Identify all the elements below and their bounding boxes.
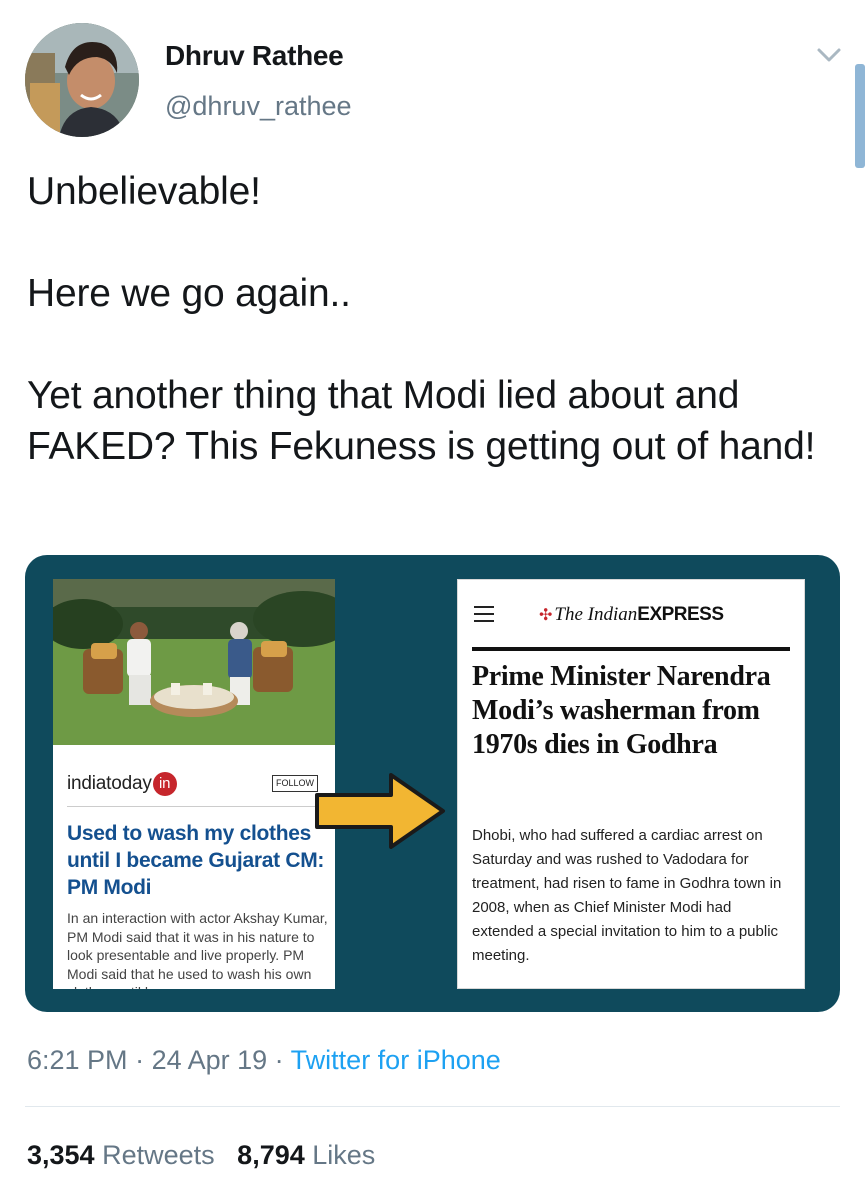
arrow-right-icon [315, 773, 445, 849]
divider [67, 806, 325, 807]
divider [472, 647, 790, 651]
tweet-meta: 6:21 PM · 24 Apr 19 · Twitter for iPhone [27, 1045, 501, 1076]
retweets-label: Retweets [102, 1140, 215, 1170]
indian-express-headline: Prime Minister Narendra Modi’s washerman… [472, 661, 771, 760]
india-today-badge: in [152, 772, 177, 796]
chevron-down-icon[interactable] [815, 44, 843, 66]
likes-label: Likes [312, 1140, 376, 1170]
tweet-stats: 3,354 Retweets 8,794 Likes [27, 1140, 375, 1171]
indian-express-logo: ✣ The IndianEXPRESS [539, 604, 724, 626]
tweet-text: Unbelievable! Here we go again.. Yet ano… [27, 170, 816, 468]
tweet-source-link[interactable]: Twitter for iPhone [291, 1045, 501, 1075]
tweet-time[interactable]: 6:21 PM [27, 1045, 128, 1075]
indian-express-body: Dhobi, who had suffered a cardiac arrest… [472, 827, 782, 964]
tweet-header: Dhruv Rathee @dhruv_rathee [0, 0, 865, 168]
hamburger-icon [474, 606, 494, 622]
avatar[interactable] [25, 23, 139, 137]
india-today-headline: Used to wash my clothes until I became G… [67, 822, 325, 899]
meta-separator: · [127, 1045, 152, 1075]
logo-mark-icon: ✣ [539, 607, 553, 624]
india-today-screenshot: indiatoday in FOLLOW Used to wash my clot… [53, 579, 335, 989]
india-today-body: In an interaction with actor Akshay Kuma… [67, 910, 328, 989]
meta-separator: · [267, 1045, 291, 1075]
avatar-photo [25, 23, 139, 137]
interview-photo [53, 579, 335, 745]
retweets-count: 3,354 [27, 1140, 95, 1170]
indian-express-screenshot: ✣ The IndianEXPRESS Prime Minister Narend… [457, 579, 805, 989]
author-display-name[interactable]: Dhruv Rathee [165, 40, 344, 72]
retweets-stat[interactable]: 3,354 Retweets [27, 1140, 215, 1170]
author-handle[interactable]: @dhruv_rathee [165, 91, 352, 122]
likes-stat[interactable]: 8,794 Likes [237, 1140, 375, 1170]
logo-caps-text: EXPRESS [637, 604, 724, 625]
india-today-logo-text: indiatoday [67, 773, 152, 794]
logo-italic-text: The Indian [554, 604, 638, 625]
tweet-date[interactable]: 24 Apr 19 [152, 1045, 268, 1075]
divider [25, 1106, 840, 1107]
tweet-media-image[interactable]: indiatoday in FOLLOW Used to wash my clot… [25, 555, 840, 1012]
india-today-logo: indiatoday in [67, 772, 177, 796]
likes-count: 8,794 [237, 1140, 305, 1170]
scrollbar[interactable] [855, 64, 865, 168]
